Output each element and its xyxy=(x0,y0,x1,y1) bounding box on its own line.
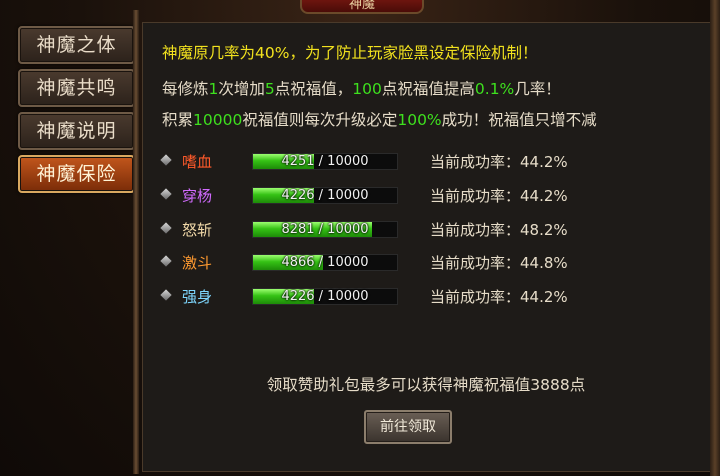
success-rate: 当前成功率：44.2% xyxy=(430,288,568,306)
sidebar: 神魔之体 神魔共鸣 神魔说明 神魔保险 xyxy=(10,18,136,468)
guarantee-rule: 积累10000祝福值则每次升级必定100%成功！祝福值只增不减 xyxy=(162,108,597,130)
diamond-icon xyxy=(160,188,172,200)
text-segment: 几率！ xyxy=(514,80,561,98)
progress-text: 4866 / 10000 xyxy=(281,255,369,270)
progress-text: 4251 / 10000 xyxy=(281,154,369,169)
tab-shenmo-body[interactable]: 神魔之体 xyxy=(18,26,135,64)
diamond-icon xyxy=(160,289,172,301)
progress-bar: 4251 / 10000 xyxy=(252,153,398,170)
success-rate: 当前成功率：44.2% xyxy=(430,153,568,171)
window-title: 神魔 xyxy=(300,0,424,14)
text-segment: 祝福值则每次升级必定 xyxy=(242,111,398,129)
attribute-name: 嗜血 xyxy=(182,153,213,171)
attribute-name: 激斗 xyxy=(182,254,213,272)
progress-bar: 8281 / 10000 xyxy=(252,221,398,238)
attribute-row: 穿杨 4226 / 10000 当前成功率：44.2% xyxy=(160,186,700,208)
tab-shenmo-insurance[interactable]: 神魔保险 xyxy=(18,155,135,193)
attribute-row: 强身 4226 / 10000 当前成功率：44.2% xyxy=(160,287,700,309)
highlight-number: 5 xyxy=(264,80,275,98)
text-segment: 积累 xyxy=(162,111,194,129)
text-segment: 每修炼 xyxy=(162,80,209,98)
diamond-icon xyxy=(160,154,172,166)
attribute-name: 强身 xyxy=(182,288,213,306)
diamond-icon xyxy=(160,222,172,234)
highlight-number: 1 xyxy=(208,80,219,98)
highlight-number: 100% xyxy=(397,111,442,129)
attribute-row: 怒斩 8281 / 10000 当前成功率：48.2% xyxy=(160,220,700,242)
frame-border-right xyxy=(710,0,720,476)
text-segment: 次增加 xyxy=(218,80,265,98)
diamond-icon xyxy=(160,255,172,267)
success-rate: 当前成功率：48.2% xyxy=(430,221,568,239)
progress-text: 4226 / 10000 xyxy=(281,289,369,304)
highlight-number: 10000 xyxy=(193,111,243,129)
success-rate: 当前成功率：44.2% xyxy=(430,187,568,205)
attribute-name: 穿杨 xyxy=(182,187,213,205)
success-rate: 当前成功率：44.8% xyxy=(430,254,568,272)
attribute-name: 怒斩 xyxy=(182,221,213,239)
progress-text: 8281 / 10000 xyxy=(281,222,369,237)
text-segment: 成功！祝福值只增不减 xyxy=(441,111,597,129)
sponsor-note: 领取赞助礼包最多可以获得神魔祝福值3888点 xyxy=(266,376,586,394)
tab-shenmo-resonance[interactable]: 神魔共鸣 xyxy=(18,69,135,107)
claim-button[interactable]: 前往领取 xyxy=(364,410,452,444)
progress-bar: 4226 / 10000 xyxy=(252,187,398,204)
highlight-number: 100 xyxy=(352,80,382,98)
text-segment: 点祝福值， xyxy=(274,80,353,98)
divider xyxy=(133,10,139,474)
progress-bar: 4226 / 10000 xyxy=(252,288,398,305)
progress-bar: 4866 / 10000 xyxy=(252,254,398,271)
insurance-intro: 神魔原几率为40%，为了防止玩家脸黑设定保险机制！ xyxy=(162,44,538,62)
text-segment: 点祝福值提高 xyxy=(381,80,475,98)
blessing-rule: 每修炼1次增加5点祝福值，100点祝福值提高0.1%几率！ xyxy=(162,77,561,99)
tab-shenmo-description[interactable]: 神魔说明 xyxy=(18,112,135,150)
attribute-row: 嗜血 4251 / 10000 当前成功率：44.2% xyxy=(160,152,700,174)
progress-text: 4226 / 10000 xyxy=(281,188,369,203)
attribute-row: 激斗 4866 / 10000 当前成功率：44.8% xyxy=(160,253,700,275)
highlight-number: 0.1% xyxy=(474,80,515,98)
